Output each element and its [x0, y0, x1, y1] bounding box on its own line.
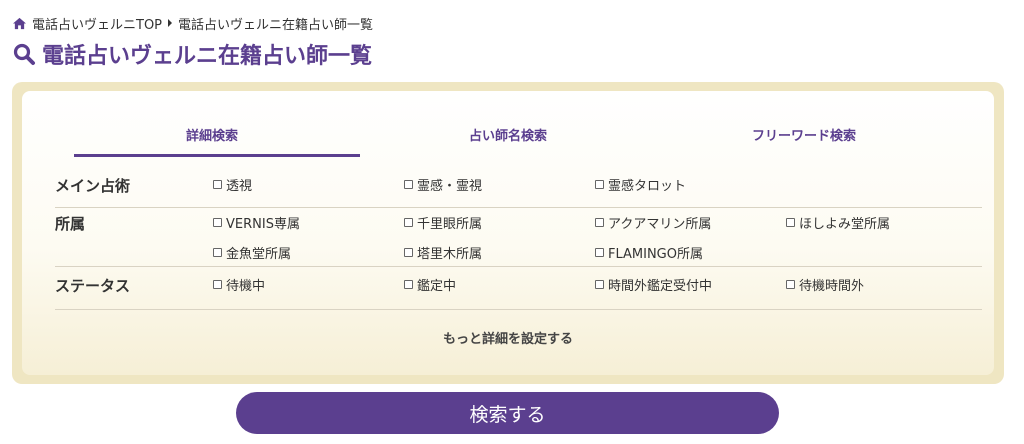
checkbox-tarimu[interactable]: 塔里木所属 [404, 244, 595, 262]
more-settings-link[interactable]: もっと詳細を設定する [22, 328, 994, 347]
checkbox-in-session[interactable]: 鑑定中 [404, 275, 595, 294]
option-label: 鑑定中 [417, 278, 457, 294]
option-label: 金魚堂所属 [226, 247, 292, 262]
checkbox-box[interactable] [213, 217, 222, 227]
option-label: 時間外鑑定受付中 [608, 278, 713, 294]
option-label: ほしよみ堂所属 [799, 216, 891, 232]
checkbox-off-hours[interactable]: 待機時間外 [786, 275, 977, 294]
search-icon [13, 43, 35, 65]
option-label: VERNIS専属 [226, 216, 300, 232]
tab-freeword-search[interactable]: フリーワード検索 [656, 111, 952, 157]
option-label: 霊感・霊視 [417, 178, 483, 194]
option-label: 待機中 [226, 278, 266, 294]
filter-row-affiliation: 所属 VERNIS専属 千里眼所属 アクアマリン所属 ほしよみ堂所属 金魚堂所属… [55, 213, 982, 267]
tab-detail-search[interactable]: 詳細検索 [64, 111, 360, 157]
search-tabs: 詳細検索 占い師名検索 フリーワード検索 [64, 111, 952, 157]
filter-label-main-skill: メイン占術 [55, 177, 131, 195]
checkbox-box[interactable] [404, 248, 413, 257]
checkbox-box[interactable] [786, 279, 795, 289]
checkbox-spiritual-tarot[interactable]: 霊感タロット [595, 175, 786, 194]
checkbox-waiting[interactable]: 待機中 [213, 275, 404, 294]
checkbox-aquamarine[interactable]: アクアマリン所属 [595, 213, 786, 232]
option-label: 霊感タロット [608, 178, 687, 194]
search-button[interactable]: 検索する [236, 392, 779, 434]
checkbox-box[interactable] [213, 248, 222, 257]
checkbox-flamingo[interactable]: FLAMINGO所属 [595, 244, 786, 262]
checkbox-box[interactable] [404, 217, 413, 227]
chevron-right-icon [168, 19, 173, 27]
checkbox-box[interactable] [213, 279, 222, 289]
tab-name-search[interactable]: 占い師名検索 [360, 111, 656, 157]
breadcrumb-current: 電話占いヴェルニ在籍占い師一覧 [178, 17, 374, 33]
home-icon [13, 17, 26, 29]
checkbox-box[interactable] [595, 179, 604, 189]
search-panel-body: 詳細検索 占い師名検索 フリーワード検索 メイン占術 透視 霊感・霊視 霊感タロ… [22, 91, 994, 375]
checkbox-box[interactable] [404, 179, 413, 189]
page-title-text: 電話占いヴェルニ在籍占い師一覧 [42, 44, 373, 69]
checkbox-spiritual-sight[interactable]: 霊感・霊視 [404, 175, 595, 194]
checkbox-clairvoyance[interactable]: 透視 [213, 175, 404, 194]
checkbox-vernis[interactable]: VERNIS専属 [213, 213, 404, 232]
search-panel: 詳細検索 占い師名検索 フリーワード検索 メイン占術 透視 霊感・霊視 霊感タロ… [12, 82, 1004, 384]
filter-label-status: ステータス [55, 277, 131, 295]
filter-row-main-skill: メイン占術 透視 霊感・霊視 霊感タロット [55, 175, 982, 208]
checkbox-box[interactable] [786, 217, 795, 227]
filter-row-status: ステータス 待機中 鑑定中 時間外鑑定受付中 待機時間外 [55, 275, 982, 310]
checkbox-box[interactable] [595, 248, 604, 257]
option-label: 塔里木所属 [417, 247, 483, 262]
option-label: 千里眼所属 [417, 216, 483, 232]
option-label: 透視 [226, 178, 253, 194]
breadcrumb-home-link[interactable]: 電話占いヴェルニTOP [32, 14, 162, 33]
checkbox-box[interactable] [404, 279, 413, 289]
option-label: アクアマリン所属 [608, 216, 712, 232]
checkbox-box[interactable] [213, 179, 222, 189]
breadcrumb: 電話占いヴェルニTOP 電話占いヴェルニ在籍占い師一覧 [12, 14, 374, 33]
checkbox-box[interactable] [595, 217, 604, 227]
filter-label-affiliation: 所属 [55, 215, 86, 233]
checkbox-kingyodo[interactable]: 金魚堂所属 [213, 244, 404, 262]
checkbox-hoshiyomido[interactable]: ほしよみ堂所属 [786, 213, 977, 232]
option-label: 待機時間外 [799, 278, 865, 294]
checkbox-after-hours-accepting[interactable]: 時間外鑑定受付中 [595, 275, 786, 294]
page-title: 電話占いヴェルニ在籍占い師一覧 [12, 38, 372, 70]
checkbox-senrigan[interactable]: 千里眼所属 [404, 213, 595, 232]
option-label: FLAMINGO所属 [608, 247, 703, 262]
checkbox-box[interactable] [595, 279, 604, 289]
